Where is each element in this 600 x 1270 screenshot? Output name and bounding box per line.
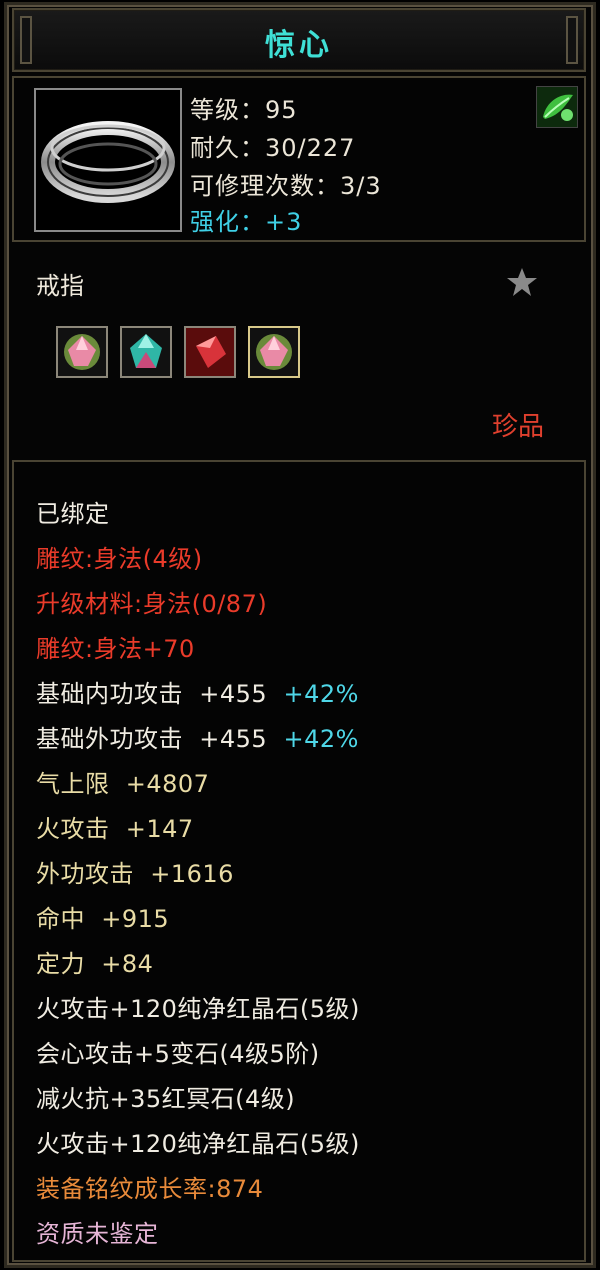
prop-value: 基础外功攻击 +455 — [36, 725, 268, 753]
prop-upgrade-material: 升级材料:身法(0/87) — [36, 590, 268, 618]
title-bar: 惊心 — [12, 8, 586, 72]
red-gem-icon[interactable] — [184, 326, 236, 378]
cyan-gem-icon[interactable] — [120, 326, 172, 378]
item-enhance: 强化：+3 — [190, 208, 303, 236]
prop-focus: 定力 +84 — [36, 950, 154, 978]
prop-aptitude: 资质未鉴定 — [36, 1220, 159, 1248]
prop-base-inner-attack: 基础内功攻击 +455 +42% — [36, 674, 359, 709]
pink-gem-icon[interactable] — [56, 326, 108, 378]
pink-gem-icon[interactable] — [248, 326, 300, 378]
prop-gem-4: 火攻击+120纯净红晶石(5级) — [36, 1130, 360, 1158]
prop-fire-attack: 火攻击 +147 — [36, 815, 194, 843]
prop-gem-2: 会心攻击+5变石(4级5阶) — [36, 1040, 320, 1068]
prop-qi-max: 气上限 +4807 — [36, 770, 210, 798]
prop-gem-1: 火攻击+120纯净红晶石(5级) — [36, 995, 360, 1023]
rarity-label: 珍品 — [492, 412, 545, 442]
prop-percent: +42% — [283, 680, 359, 708]
prop-percent: +42% — [283, 725, 359, 753]
item-title: 惊心 — [265, 28, 333, 63]
title-cap-right — [566, 16, 578, 64]
item-type: 戒指 — [36, 272, 84, 300]
prop-base-outer-attack: 基础外功攻击 +455 +42% — [36, 719, 359, 754]
item-repair-count: 可修理次数：3/3 — [190, 172, 382, 200]
prop-engrave: 雕纹:身法(4级) — [36, 545, 203, 573]
silver-ring-icon — [34, 88, 182, 232]
prop-outer-attack: 外功攻击 +1616 — [36, 860, 234, 888]
prop-bound: 已绑定 — [36, 500, 110, 528]
item-info-panel: 等级：95 耐久：30/227 可修理次数：3/3 强化：+3 — [12, 76, 586, 242]
green-leaf-icon — [536, 86, 578, 128]
star-icon[interactable] — [506, 266, 538, 298]
prop-gem-3: 减火抗+35红冥石(4级) — [36, 1085, 296, 1113]
prop-value: 基础内功攻击 +455 — [36, 680, 268, 708]
item-durability: 耐久：30/227 — [190, 134, 356, 162]
item-level: 等级：95 — [190, 96, 298, 124]
prop-growth-rate: 装备铭纹成长率:874 — [36, 1175, 264, 1203]
prop-accuracy: 命中 +915 — [36, 905, 170, 933]
prop-engrave-bonus: 雕纹:身法+70 — [36, 635, 195, 663]
properties-panel: 已绑定 雕纹:身法(4级) 升级材料:身法(0/87) 雕纹:身法+70 基础内… — [12, 460, 586, 1262]
